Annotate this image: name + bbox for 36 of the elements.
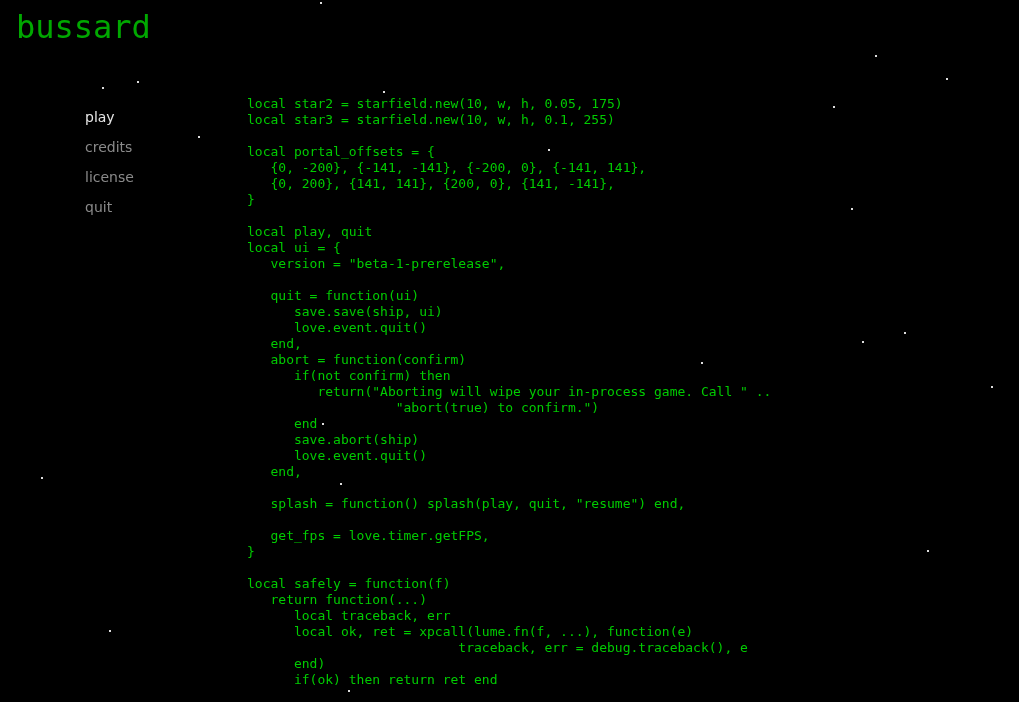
code-line: save.abort(ship): [292, 432, 420, 448]
code-line: get_fps = love.timer.getFPS,: [269, 528, 490, 544]
game-title: bussard: [15, 7, 151, 48]
code-line: return function(...): [269, 592, 427, 608]
code-line: local portal_offsets = {: [247, 144, 435, 160]
menu-item[interactable]: license: [85, 167, 134, 187]
code-line: if(ok) then return ret end: [292, 672, 498, 688]
code-line: end,: [269, 336, 302, 352]
code-line: {0, -200}, {-141, -141}, {-200, 0}, {-141, 141},: [269, 160, 647, 176]
code-line: local ui = {: [247, 240, 341, 256]
menu-item[interactable]: play: [85, 107, 115, 127]
code-line: splash = function() splash(play, quit, "resume") end,: [269, 496, 686, 512]
code-line: save.save(ship, ui): [292, 304, 443, 320]
code-line: local ok, ret = xpcall(lume.fn(f, ...), function(e): [292, 624, 694, 640]
code-line: local star3 = starfield.new(10, w, h, 0.1, 255): [247, 112, 615, 128]
code-line: traceback, err = debug.traceback(), e: [457, 640, 748, 656]
code-line: version = "beta-1-prerelease",: [269, 256, 506, 272]
code-line: end,: [269, 464, 302, 480]
code-line: "abort(true) to confirm."): [394, 400, 600, 416]
menu-item[interactable]: quit: [85, 197, 113, 217]
menu-item[interactable]: credits: [85, 137, 133, 157]
code-line: end: [292, 416, 318, 432]
code-line: return("Aborting will wipe your in-process game. Call " ..: [316, 384, 772, 400]
code-line: if(not confirm) then: [292, 368, 451, 384]
code-line: local star2 = starfield.new(10, w, h, 0.05, 175): [247, 96, 623, 112]
code-line: love.event.quit(): [292, 320, 427, 336]
code-line: local traceback, err: [292, 608, 451, 624]
code-line: love.event.quit(): [292, 448, 427, 464]
code-line: {0, 200}, {141, 141}, {200, 0}, {141, -141},: [269, 176, 615, 192]
code-line: local safely = function(f): [247, 576, 451, 592]
code-line: }: [247, 192, 255, 208]
code-line: quit = function(ui): [269, 288, 420, 304]
code-line: abort = function(confirm): [269, 352, 467, 368]
code-line: end): [292, 656, 326, 672]
code-line: local play, quit: [247, 224, 373, 240]
code-line: }: [247, 544, 255, 560]
